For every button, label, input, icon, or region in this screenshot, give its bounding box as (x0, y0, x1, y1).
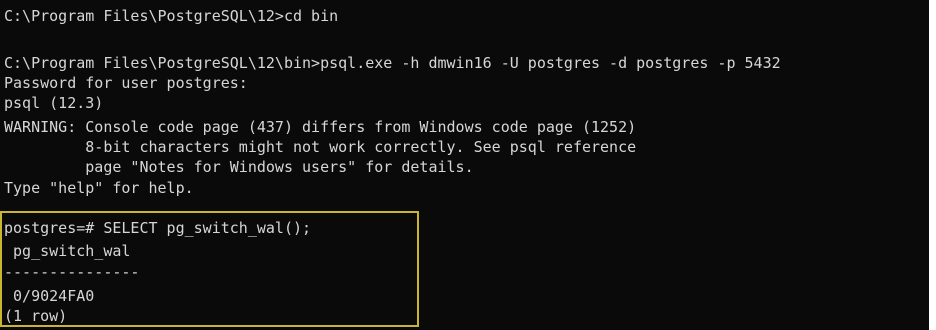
console-line: C:\Program Files\PostgreSQL\12>cd bin (4, 7, 339, 25)
result-row-count: (1 row) (4, 307, 68, 325)
console-command-line: postgres=# SELECT pg_switch_wal(); (4, 219, 312, 237)
console-line: psql (12.3) (4, 94, 104, 112)
console-line: Password for user postgres: (4, 74, 248, 92)
result-separator: --------------- (4, 263, 140, 281)
console-line: Type "help" for help. (4, 179, 194, 197)
console-line: WARNING: Console code page (437) differs… (4, 118, 637, 136)
console-line: C:\Program Files\PostgreSQL\12\bin>psql.… (4, 54, 781, 72)
result-column-header: pg_switch_wal (4, 242, 131, 260)
console-line: 8-bit characters might not work correctl… (4, 138, 637, 156)
result-value: 0/9024FA0 (4, 287, 95, 305)
console-line: page "Notes for Windows users" for detai… (4, 158, 474, 176)
console-window[interactable]: C:\Program Files\PostgreSQL\12>cd bin C:… (0, 0, 929, 330)
